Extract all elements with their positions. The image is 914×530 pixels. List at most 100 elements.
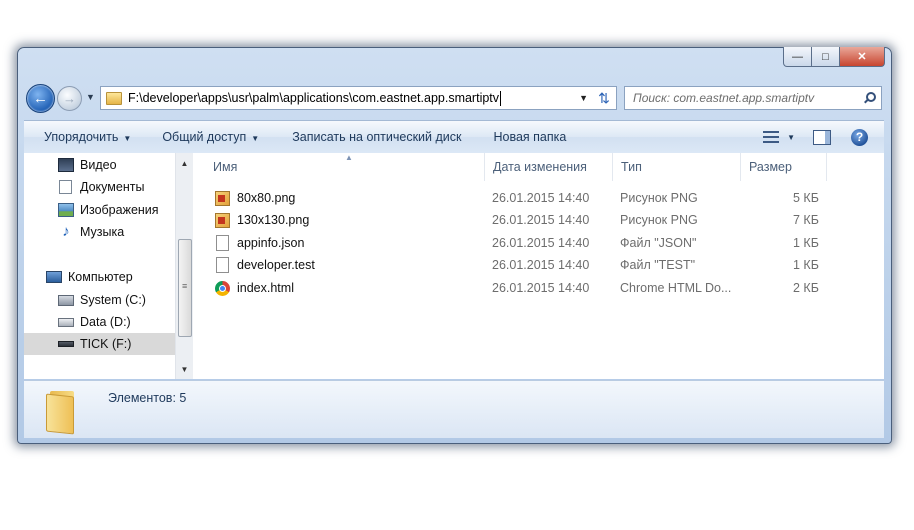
- sidebar-item-documents[interactable]: Документы: [58, 176, 144, 198]
- maximize-button[interactable]: □: [812, 47, 840, 67]
- chevron-up-icon: ▲: [180, 158, 189, 168]
- file-name-cell: 80x80.png: [215, 187, 295, 209]
- sidebar-item-label: Компьютер: [68, 270, 133, 284]
- file-name: appinfo.json: [237, 236, 305, 250]
- view-controls: ▼ ?: [763, 128, 884, 146]
- file-size: 1 КБ: [793, 258, 819, 272]
- refresh-button[interactable]: ⇅: [592, 86, 617, 110]
- scrollbar-thumb[interactable]: ≡: [178, 239, 192, 337]
- forward-button[interactable]: →: [57, 86, 82, 111]
- share-menu[interactable]: Общий доступ ▼: [162, 130, 259, 144]
- search-icon[interactable]: [863, 92, 876, 104]
- file-icon: [216, 235, 229, 251]
- text-caret: [500, 90, 502, 106]
- sidebar-item-tick-f[interactable]: TICK (F:): [24, 333, 175, 355]
- table-row[interactable]: index.html 26.01.2015 14:40 Chrome HTML …: [213, 277, 833, 299]
- search-input[interactable]: [631, 90, 855, 106]
- burn-button[interactable]: Записать на оптический диск: [292, 130, 461, 144]
- column-header-type[interactable]: Тип: [613, 153, 741, 181]
- chevron-down-icon: ▼: [251, 134, 260, 143]
- minimize-button[interactable]: —: [783, 47, 812, 67]
- address-path[interactable]: F:\developer\apps\usr\palm\applications\…: [128, 91, 499, 105]
- sidebar-item-label: TICK (F:): [80, 337, 132, 351]
- sidebar-item-label: Изображения: [80, 203, 159, 217]
- table-row[interactable]: developer.test 26.01.2015 14:40 Файл "TE…: [213, 254, 833, 276]
- file-type: Файл "JSON": [620, 236, 697, 250]
- scroll-up-button[interactable]: ▲: [176, 155, 193, 171]
- computer-icon: [46, 271, 62, 283]
- file-type: Рисунок PNG: [620, 213, 698, 227]
- column-header-name[interactable]: Имя: [205, 153, 485, 181]
- usb-drive-icon: [58, 341, 74, 347]
- sidebar-item-video[interactable]: Видео: [58, 154, 117, 176]
- navigation-scrollbar[interactable]: ▲ ≡ ▼: [175, 153, 193, 379]
- address-bar[interactable]: F:\developer\apps\usr\palm\applications\…: [100, 86, 594, 110]
- table-row[interactable]: 130x130.png 26.01.2015 14:40 Рисунок PNG…: [213, 209, 833, 231]
- chevron-down-icon: ▼: [123, 134, 132, 143]
- file-name: index.html: [237, 281, 294, 295]
- address-dropdown-button[interactable]: ▼: [579, 93, 588, 103]
- file-name: 130x130.png: [237, 213, 310, 227]
- system-drive-icon: [58, 294, 74, 306]
- chrome-file-icon: [215, 280, 230, 296]
- file-date: 26.01.2015 14:40: [492, 258, 590, 272]
- pictures-icon: [58, 203, 74, 217]
- preview-pane-icon[interactable]: [813, 129, 831, 145]
- sidebar-item-label: Документы: [80, 180, 145, 194]
- file-list: ▲ Имя Дата изменения Тип Размер 80x80.pn…: [193, 153, 884, 379]
- caption-buttons: — □ ✕: [783, 47, 885, 67]
- file-date: 26.01.2015 14:40: [492, 191, 590, 205]
- chevron-down-icon: ▼: [86, 92, 95, 102]
- file-name-cell: index.html: [215, 277, 294, 299]
- png-file-icon: [215, 190, 230, 206]
- folder-icon: [46, 389, 78, 435]
- file-name: developer.test: [237, 258, 315, 272]
- command-bar: Упорядочить ▼ Общий доступ ▼ Записать на о…: [24, 120, 884, 154]
- file-name-cell: 130x130.png: [215, 209, 309, 231]
- recent-pages-dropdown[interactable]: ▼: [86, 92, 95, 102]
- music-icon: ♪: [62, 223, 70, 240]
- sidebar-item-computer[interactable]: Компьютер: [46, 266, 133, 288]
- new-folder-button[interactable]: Новая папка: [493, 130, 566, 144]
- view-options-icon[interactable]: [763, 131, 780, 143]
- file-size: 7 КБ: [793, 213, 819, 227]
- file-type: Файл "TEST": [620, 258, 696, 272]
- details-pane: Элементов: 5: [24, 380, 884, 438]
- refresh-icon: ⇅: [598, 89, 610, 106]
- file-type: Рисунок PNG: [620, 191, 698, 205]
- grip-icon: ≡: [182, 281, 188, 291]
- documents-icon: [59, 180, 72, 194]
- column-header-date[interactable]: Дата изменения: [485, 153, 613, 181]
- scroll-down-button[interactable]: ▼: [176, 361, 193, 377]
- organize-menu[interactable]: Упорядочить ▼: [44, 130, 131, 144]
- file-icon: [216, 257, 229, 273]
- table-row[interactable]: 80x80.png 26.01.2015 14:40 Рисунок PNG 5…: [213, 187, 833, 209]
- file-name-cell: appinfo.json: [215, 232, 304, 254]
- sidebar-item-pictures[interactable]: Изображения: [58, 199, 159, 221]
- back-button[interactable]: ←: [26, 84, 55, 113]
- file-size: 5 КБ: [793, 191, 819, 205]
- sidebar-item-system-c[interactable]: System (C:): [58, 289, 146, 311]
- drive-icon: [58, 317, 74, 327]
- table-row[interactable]: appinfo.json 26.01.2015 14:40 Файл "JSON…: [213, 232, 833, 254]
- navigation-pane: Видео Документы Изображения ♪ Музыка Ком…: [24, 153, 192, 379]
- file-name: 80x80.png: [237, 191, 296, 205]
- png-file-icon: [215, 212, 230, 228]
- maximize-icon: □: [822, 50, 829, 63]
- file-name-cell: developer.test: [215, 254, 315, 276]
- sidebar-item-data-d[interactable]: Data (D:): [58, 311, 131, 333]
- file-date: 26.01.2015 14:40: [492, 213, 590, 227]
- close-icon: ✕: [857, 51, 867, 63]
- chevron-down-icon: ▼: [579, 93, 588, 103]
- close-button[interactable]: ✕: [840, 47, 885, 67]
- file-date: 26.01.2015 14:40: [492, 236, 590, 250]
- help-icon[interactable]: ?: [851, 128, 868, 146]
- chevron-down-icon[interactable]: ▼: [787, 133, 795, 142]
- chevron-down-icon: ▼: [180, 364, 189, 374]
- search-box[interactable]: [624, 86, 882, 110]
- sidebar-item-music[interactable]: ♪ Музыка: [58, 221, 124, 243]
- sidebar-item-label: Музыка: [80, 225, 125, 239]
- file-date: 26.01.2015 14:40: [492, 281, 590, 295]
- arrow-right-icon: →: [63, 91, 76, 106]
- column-header-size[interactable]: Размер: [741, 153, 827, 181]
